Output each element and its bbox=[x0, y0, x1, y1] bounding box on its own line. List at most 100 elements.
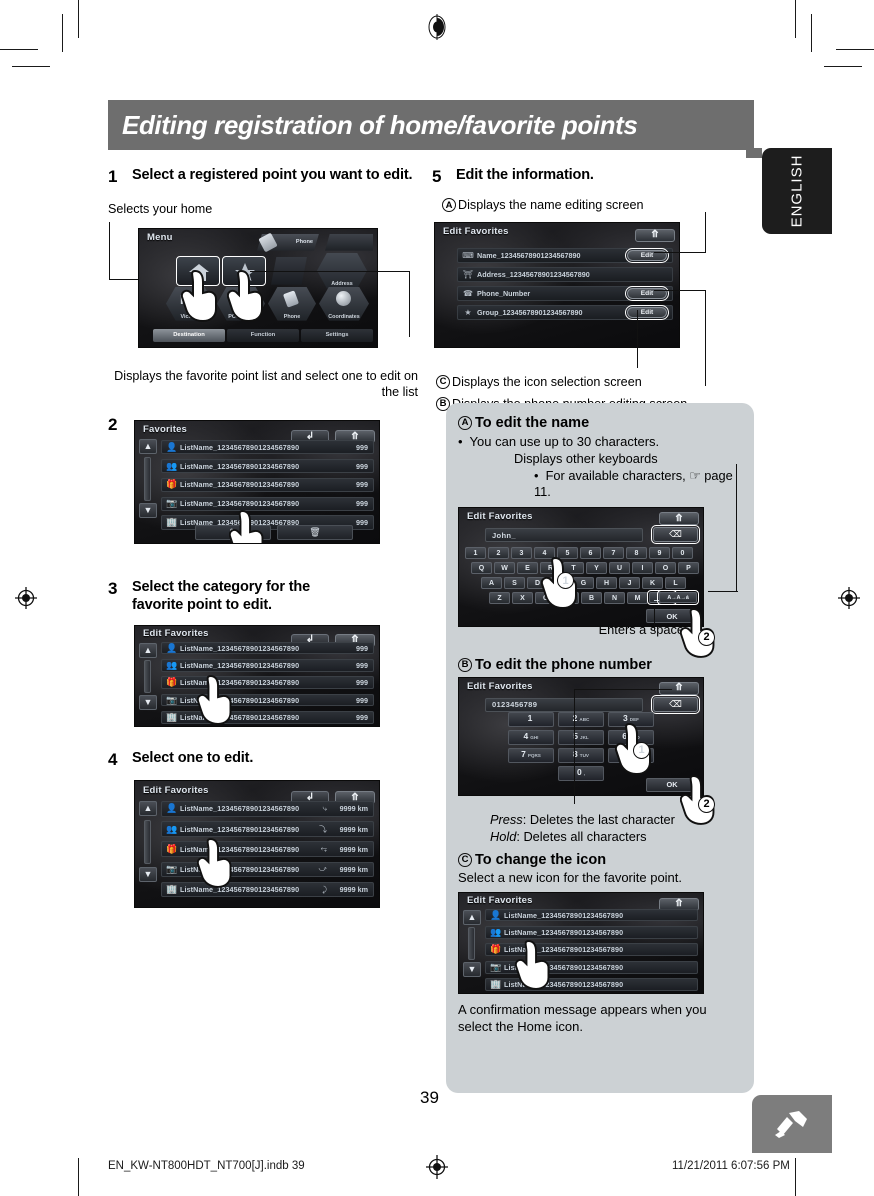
detail-back-button[interactable]: ⤊ bbox=[635, 228, 675, 242]
keypad-key-6[interactable]: 6 MNO bbox=[608, 729, 654, 745]
key-a[interactable]: A bbox=[481, 577, 502, 590]
key-8[interactable]: 8 bbox=[626, 547, 647, 560]
keypad-key-5[interactable]: 5 JKL bbox=[558, 729, 604, 745]
keypad-row-1: 1 2 ABC 3 DEF bbox=[459, 711, 703, 727]
list-item[interactable]: 👥 ListName_12345678901234567890 bbox=[485, 926, 698, 939]
keypad-key-2[interactable]: 2 ABC bbox=[558, 711, 604, 727]
list-item[interactable]: 🏢 ListName_12345678901234567890 bbox=[485, 978, 698, 991]
icon-sel-scroll-up[interactable]: ▲ bbox=[463, 909, 481, 925]
keypad-key-1[interactable]: 1 bbox=[508, 711, 554, 727]
table-row[interactable]: 🏢 ListName_12345678901234567890 999 bbox=[161, 711, 374, 724]
key-o[interactable]: O bbox=[655, 562, 676, 575]
key-2[interactable]: 2 bbox=[488, 547, 509, 560]
key-3[interactable]: 3 bbox=[511, 547, 532, 560]
detail-field-group[interactable]: ★ Group_12345678901234567890 Edit bbox=[457, 304, 673, 320]
menu-tab-settings[interactable]: Settings bbox=[301, 328, 373, 342]
table-row[interactable]: 📷 ListName_12345678901234567890 999 bbox=[161, 693, 374, 707]
key-r[interactable]: R bbox=[540, 562, 561, 575]
icon-sel-row-list: 👤 ListName_12345678901234567890 👥 ListNa… bbox=[485, 908, 698, 991]
favorites-delete-button[interactable]: 🗑 bbox=[277, 524, 353, 540]
table-row[interactable]: 👤 ListName_12345678901234567890 999 bbox=[161, 641, 374, 655]
key-s[interactable]: S bbox=[504, 577, 525, 590]
list-item[interactable]: 📷 ListName_12345678901234567890 bbox=[485, 960, 698, 974]
icon-sel-scrollbar[interactable] bbox=[468, 926, 475, 960]
favorites-scroll-up[interactable]: ▲ bbox=[139, 438, 157, 454]
table-row[interactable]: 👥 ListName_12345678901234567890 999 bbox=[161, 458, 374, 474]
table-row[interactable]: 🎁 ListName_12345678901234567890 999 bbox=[161, 676, 374, 690]
key-x[interactable]: X bbox=[512, 592, 533, 605]
name-input-field[interactable]: John_ bbox=[485, 528, 643, 543]
key-d[interactable]: D bbox=[527, 577, 548, 590]
table-row[interactable]: 🎁 ListName_12345678901234567890 999 bbox=[161, 477, 374, 492]
list-item[interactable]: 👤 ListName_12345678901234567890 bbox=[485, 908, 698, 922]
key-n[interactable]: N bbox=[604, 592, 625, 605]
edit-fav-dist-scroll-down[interactable]: ▼ bbox=[139, 866, 157, 882]
key-i[interactable]: I bbox=[632, 562, 653, 575]
list-item[interactable]: 🎁 ListName_12345678901234567890 bbox=[485, 943, 698, 957]
key-6[interactable]: 6 bbox=[580, 547, 601, 560]
key-4[interactable]: 4 bbox=[534, 547, 555, 560]
keypad-key-7[interactable]: 7 PQRS bbox=[508, 747, 554, 763]
edit-group-button[interactable]: Edit bbox=[625, 304, 669, 320]
detail-field-address[interactable]: ⛩ Address_12345678901234567890 bbox=[457, 266, 673, 282]
table-row[interactable]: 👤 ListName_12345678901234567890 ⤷ 9999 k… bbox=[161, 801, 374, 817]
key-u[interactable]: U bbox=[609, 562, 630, 575]
favorites-scroll-down[interactable]: ▼ bbox=[139, 502, 157, 518]
key-9[interactable]: 9 bbox=[649, 547, 670, 560]
table-row[interactable]: 📷 ListName_12345678901234567890 999 bbox=[161, 496, 374, 511]
note-press-text: : Deletes the last character bbox=[522, 811, 675, 827]
keypad-key-0[interactable]: 0 , bbox=[558, 765, 604, 781]
table-row[interactable]: 🎁 ListName_12345678901234567890 ⥆ 9999 k… bbox=[161, 841, 374, 857]
phone-input-field[interactable]: 0123456789 bbox=[485, 697, 643, 712]
key-g[interactable]: G bbox=[573, 577, 594, 590]
menu-tile-vicinity[interactable]: Vicinity bbox=[166, 286, 214, 321]
edit-fav-dist-scroll-up[interactable]: ▲ bbox=[139, 800, 157, 816]
key-h[interactable]: H bbox=[596, 577, 617, 590]
icon-sel-scroll-down[interactable]: ▼ bbox=[463, 961, 481, 977]
detail-field-phone[interactable]: ☎ Phone_Number Edit bbox=[457, 285, 673, 301]
key-b[interactable]: B bbox=[581, 592, 602, 605]
table-row[interactable]: 📷 ListName_12345678901234567890 ⤻ 9999 k… bbox=[161, 861, 374, 878]
table-row[interactable]: 👥 ListName_12345678901234567890 999 bbox=[161, 659, 374, 672]
table-row[interactable]: 👥 ListName_12345678901234567890 ⤵ 9999 k… bbox=[161, 821, 374, 837]
key-l[interactable]: L bbox=[665, 577, 686, 590]
key-j[interactable]: J bbox=[619, 577, 640, 590]
key-e[interactable]: E bbox=[517, 562, 538, 575]
keypad-key-8[interactable]: 8 TUV bbox=[558, 747, 604, 763]
keypad-key-4[interactable]: 4 GHI bbox=[508, 729, 554, 745]
backspace-button[interactable]: ⌫ bbox=[651, 525, 700, 545]
menu-top-right-tile[interactable] bbox=[325, 233, 373, 251]
key-w[interactable]: W bbox=[494, 562, 515, 575]
menu-tab-destination[interactable]: Destination bbox=[153, 328, 225, 342]
table-row[interactable]: 👤 ListName_12345678901234567890 999 bbox=[161, 440, 374, 455]
charset-switch-key[interactable]: A→A→á bbox=[657, 590, 699, 606]
keypad-ok-button[interactable]: OK bbox=[646, 777, 698, 792]
keypad-backspace-button[interactable]: ⌫ bbox=[651, 694, 700, 714]
key-0[interactable]: 0 bbox=[672, 547, 693, 560]
row-value: 999 bbox=[356, 695, 368, 705]
keypad-key-3[interactable]: 3 DEF bbox=[608, 711, 654, 727]
key-k[interactable]: K bbox=[642, 577, 663, 590]
key-m[interactable]: M bbox=[627, 592, 648, 605]
key-y[interactable]: Y bbox=[586, 562, 607, 575]
menu-tile-poiname[interactable]: POI Name bbox=[217, 286, 265, 321]
menu-tab-function[interactable]: Function bbox=[227, 328, 299, 342]
key-z[interactable]: Z bbox=[489, 592, 510, 605]
edit-fav-cat-scroll-up[interactable]: ▲ bbox=[139, 642, 157, 658]
menu-tile-home[interactable] bbox=[176, 255, 220, 286]
table-row[interactable]: 🏢 ListName_12345678901234567890 ⤸ 9999 k… bbox=[161, 881, 374, 898]
detail-field-name[interactable]: ⌨ Name_12345678901234567890 Edit bbox=[457, 247, 673, 263]
key-5[interactable]: 5 bbox=[557, 547, 578, 560]
edit-fav-cat-scrollbar[interactable] bbox=[144, 659, 151, 693]
key-p[interactable]: P bbox=[678, 562, 699, 575]
key-v[interactable]: V bbox=[558, 592, 579, 605]
edit-fav-dist-scrollbar[interactable] bbox=[144, 819, 151, 864]
key-c[interactable]: C bbox=[535, 592, 556, 605]
favorites-edit-button[interactable]: ✎ bbox=[195, 524, 271, 540]
key-1[interactable]: 1 bbox=[465, 547, 486, 560]
edit-fav-cat-scroll-down[interactable]: ▼ bbox=[139, 694, 157, 710]
favorites-scrollbar[interactable] bbox=[144, 456, 151, 501]
key-q[interactable]: Q bbox=[471, 562, 492, 575]
keyboard-back-button[interactable]: ⤊ bbox=[659, 512, 699, 526]
key-7[interactable]: 7 bbox=[603, 547, 624, 560]
